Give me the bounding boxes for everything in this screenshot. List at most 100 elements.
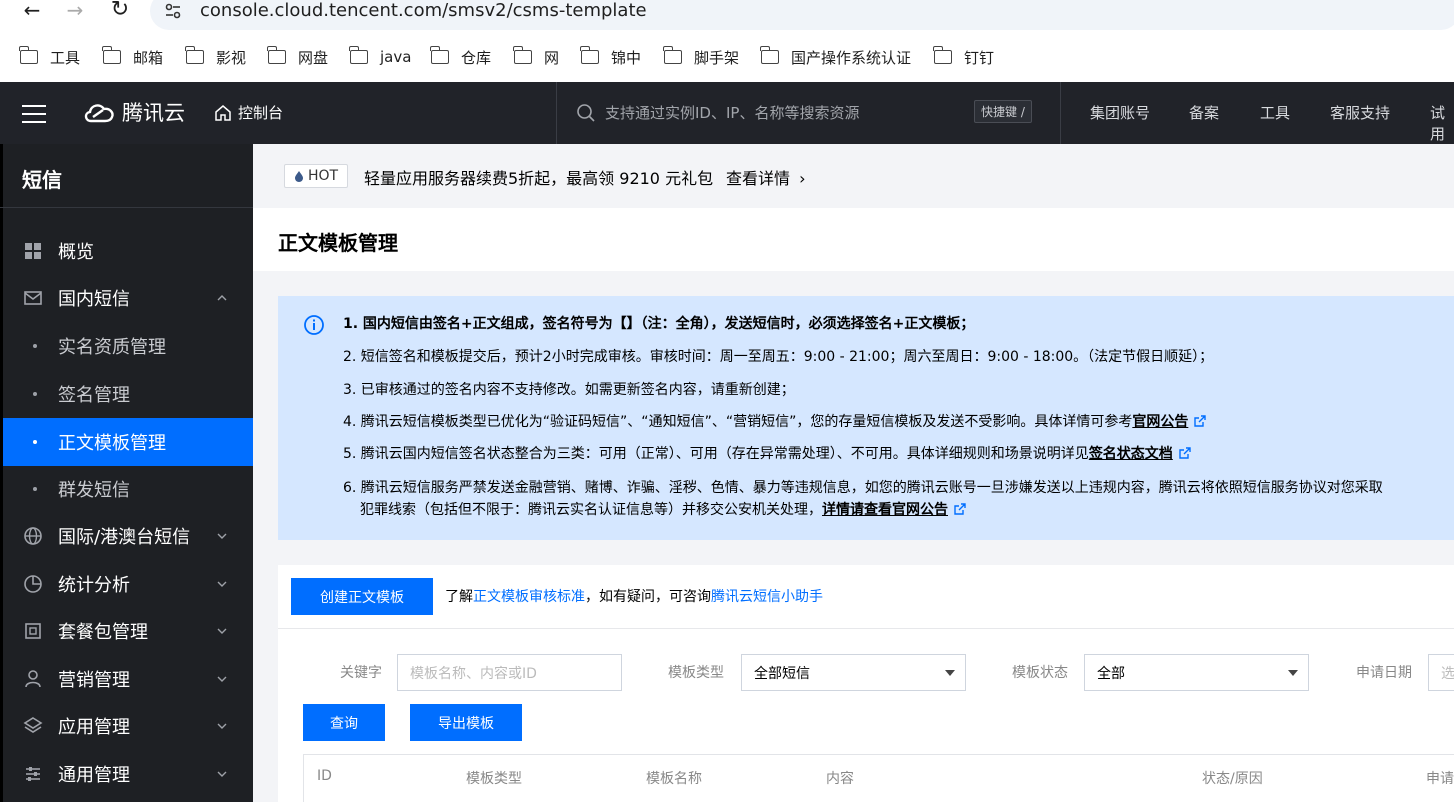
folder-icon xyxy=(185,46,204,64)
console-link[interactable]: 控制台 xyxy=(214,102,283,123)
nav-divider xyxy=(556,82,557,144)
folder-icon xyxy=(102,46,121,64)
bookmark-item[interactable]: 国产操作系统认证 xyxy=(760,45,911,69)
bullet-dot xyxy=(33,344,37,348)
bookmark-item[interactable]: 仓库 xyxy=(430,45,491,69)
url-text[interactable]: console.cloud.tencent.com/smsv2/csms-tem… xyxy=(200,0,647,22)
bookmark-item[interactable]: 影视 xyxy=(185,45,246,69)
sidebar-item-general[interactable]: 通用管理 xyxy=(3,750,253,798)
panel-divider xyxy=(278,628,1454,629)
notice-line-3: 3. 已审核通过的签名内容不支持修改。如需更新签名内容，请重新创建； xyxy=(343,382,795,398)
nav-link-tools[interactable]: 工具 xyxy=(1260,102,1290,123)
dropdown-caret-icon xyxy=(1288,670,1298,676)
column-header-id[interactable]: ID xyxy=(317,768,332,784)
sidebar-item-signature[interactable]: 签名管理 xyxy=(3,370,253,418)
page-title: 正文模板管理 xyxy=(278,231,398,255)
info-icon xyxy=(304,315,324,335)
grid-icon xyxy=(25,243,41,259)
nav-link-support[interactable]: 客服支持 xyxy=(1330,102,1390,123)
notice-line-6: 6. 腾讯云短信服务严禁发送金融营销、赌博、诈骗、淫秽、色情、暴力等违规信息，如… xyxy=(343,480,1383,496)
column-header-apply-time[interactable]: 申请 xyxy=(1426,768,1454,788)
chevron-down-icon xyxy=(217,723,227,729)
template-status-select[interactable]: 全部 xyxy=(1084,654,1309,691)
query-button[interactable]: 查询 xyxy=(303,704,385,741)
template-type-label: 模板类型 xyxy=(668,665,724,681)
folder-icon xyxy=(580,46,599,64)
chevron-down-icon xyxy=(217,581,227,587)
bookmark-item[interactable]: 网盘 xyxy=(267,45,328,69)
apply-date-label: 申请日期 xyxy=(1356,665,1412,681)
bookmark-item[interactable]: 钉钉 xyxy=(933,45,994,69)
external-link-icon[interactable] xyxy=(1194,415,1207,427)
notice-line-4: 4. 腾讯云短信模板类型已优化为“验证码短信”、“通知短信”、“营销短信”，您的… xyxy=(343,412,1207,432)
sidebar-item-template[interactable]: 正文模板管理 xyxy=(3,418,253,466)
folder-icon xyxy=(933,46,952,64)
hot-badge: HOT xyxy=(284,164,348,188)
bookmark-item[interactable]: 工具 xyxy=(19,45,80,69)
folder-icon xyxy=(19,46,38,64)
column-header-name[interactable]: 模板名称 xyxy=(646,768,702,788)
template-type-select[interactable]: 全部短信 xyxy=(741,654,966,691)
folder-icon xyxy=(663,46,682,64)
search-icon xyxy=(577,103,595,122)
official-announcement-link[interactable]: 详情请查看官网公告 xyxy=(822,502,948,518)
apply-date-input[interactable]: 选 xyxy=(1428,654,1454,691)
sidebar-item-packages[interactable]: 套餐包管理 xyxy=(3,607,253,655)
chevron-down-icon xyxy=(217,676,227,682)
external-link-icon[interactable] xyxy=(954,503,966,515)
signature-status-doc-link[interactable]: 签名状态文档 xyxy=(1089,446,1173,462)
folder-icon xyxy=(513,46,532,64)
sidebar-item-qualification[interactable]: 实名资质管理 xyxy=(3,322,253,370)
chevron-down-icon xyxy=(217,628,227,634)
sidebar-item-marketing[interactable]: 营销管理 xyxy=(3,655,253,703)
column-header-content[interactable]: 内容 xyxy=(826,768,854,788)
bookmark-item[interactable]: 邮箱 xyxy=(102,45,163,69)
review-standard-link[interactable]: 正文模板审核标准 xyxy=(473,589,585,605)
sidebar-item-overview[interactable]: 概览 xyxy=(3,227,253,275)
promo-details-link[interactable]: 查看详情 › xyxy=(726,165,806,189)
nav-link-trial[interactable]: 试用 xyxy=(1430,102,1454,144)
notice-line-1: 1. 国内短信由签名+正文组成，签名符号为【】（注：全角），发送短信时，必须选择… xyxy=(343,316,975,332)
bookmark-item[interactable]: 网 xyxy=(513,45,559,69)
menu-icon[interactable] xyxy=(22,105,46,123)
bookmark-item[interactable]: 锦中 xyxy=(580,45,641,69)
forward-arrow-icon[interactable]: → xyxy=(63,0,87,22)
create-template-button[interactable]: 创建正文模板 xyxy=(291,578,433,615)
folder-icon xyxy=(267,46,286,64)
reload-icon[interactable]: ↻ xyxy=(108,0,132,22)
bookmark-item[interactable]: 脚手架 xyxy=(663,45,739,69)
folder-icon xyxy=(760,46,779,64)
notice-line-2: 2. 短信签名和模板提交后，预计2小时完成审核。审核时间：周一至周五：9:00 … xyxy=(343,349,1214,365)
nav-divider xyxy=(1060,82,1061,144)
dropdown-caret-icon xyxy=(945,670,955,676)
column-header-type[interactable]: 模板类型 xyxy=(466,768,522,788)
folder-icon xyxy=(349,46,368,64)
promo-text: 轻量应用服务器续费5折起，最高领 9210 元礼包 xyxy=(364,169,714,188)
resource-search[interactable]: 支持通过实例ID、IP、名称等搜索资源 xyxy=(576,102,859,123)
shortcut-badge: 快捷键 / xyxy=(974,100,1032,123)
bookmark-item[interactable]: java xyxy=(349,45,411,69)
sliders-icon xyxy=(26,767,40,781)
sidebar-item-international-sms[interactable]: 国际/港澳台短信 xyxy=(3,512,253,560)
sidebar-item-apps[interactable]: 应用管理 xyxy=(3,702,253,750)
sidebar-item-domestic-sms[interactable]: 国内短信 xyxy=(3,274,253,322)
nav-link-beian[interactable]: 备案 xyxy=(1189,102,1219,123)
help-text: 了解正文模板审核标准，如有疑问，可咨询腾讯云短信小助手 xyxy=(445,589,823,605)
bullet-dot xyxy=(33,392,37,396)
flame-icon xyxy=(294,171,303,182)
external-link-icon[interactable] xyxy=(1179,447,1191,459)
site-settings-icon[interactable] xyxy=(164,2,182,20)
keyword-input[interactable]: 模板名称、内容或ID xyxy=(397,654,622,691)
sidebar-item-bulk-sms[interactable]: 群发短信 xyxy=(3,465,253,513)
notice-line-6-cont: 犯罪线索（包括但不限于：腾讯云实名认证信息等）并移交公安机关处理，详情请查看官网… xyxy=(360,500,966,520)
announcement-link[interactable]: 官网公告 xyxy=(1132,414,1188,430)
nav-link-group-account[interactable]: 集团账号 xyxy=(1090,102,1150,123)
export-template-button[interactable]: 导出模板 xyxy=(410,704,522,741)
notice-line-5: 5. 腾讯云国内短信签名状态整合为三类：可用（正常）、可用（存在异常需处理）、不… xyxy=(343,444,1191,464)
sms-assistant-link[interactable]: 腾讯云短信小助手 xyxy=(711,589,823,605)
column-header-status[interactable]: 状态/原因 xyxy=(1202,768,1263,788)
sidebar-item-statistics[interactable]: 统计分析 xyxy=(3,560,253,608)
brand-logo[interactable]: 腾讯云 xyxy=(82,97,185,127)
back-arrow-icon[interactable]: ← xyxy=(20,0,44,22)
user-icon xyxy=(25,670,41,688)
